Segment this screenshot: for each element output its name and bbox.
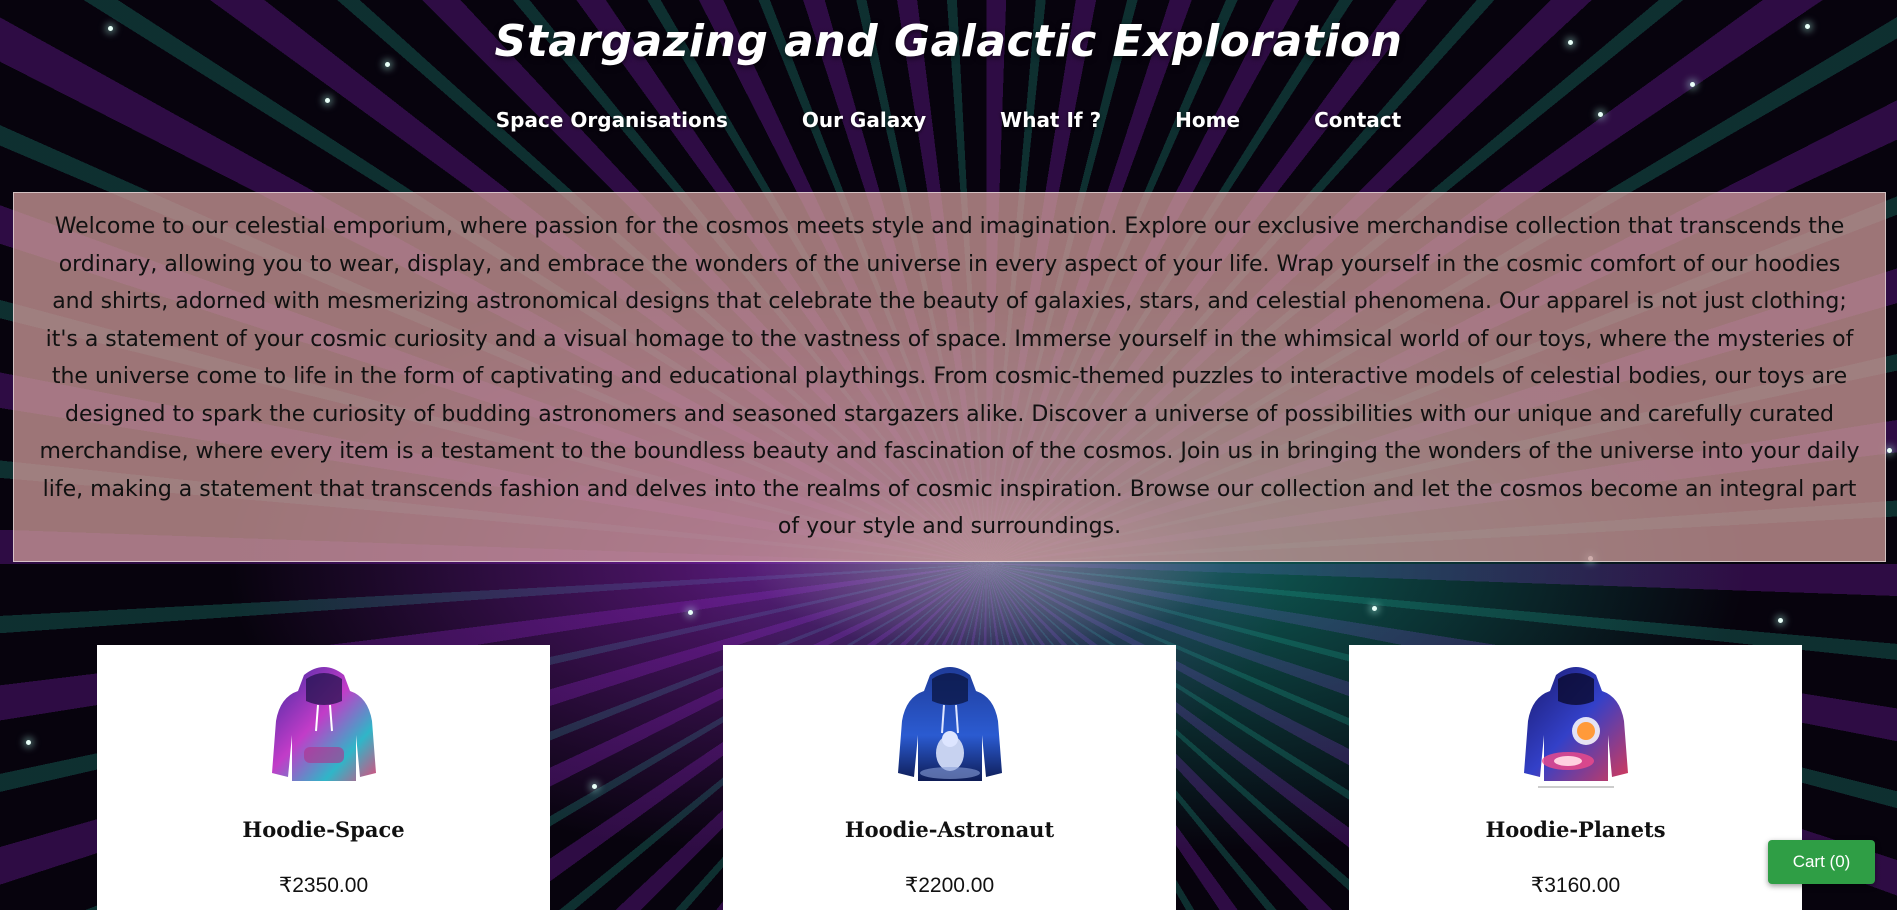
product-card[interactable]: Hoodie-Astronaut ₹2200.00: [723, 645, 1176, 910]
product-grid: Hoodie-Space ₹2350.00 Hoodie-Astronaut ₹…: [0, 645, 1897, 910]
nav-link-what-if[interactable]: What If ?: [963, 108, 1138, 132]
product-name: Hoodie-Astronaut: [844, 817, 1055, 842]
product-card[interactable]: Hoodie-Space ₹2350.00: [97, 645, 550, 910]
product-card[interactable]: Hoodie-Planets ₹3160.00: [1349, 645, 1802, 910]
cart-button[interactable]: Cart (0): [1768, 840, 1875, 884]
intro-panel: Welcome to our celestial emporium, where…: [13, 192, 1886, 562]
product-name: Hoodie-Planets: [1485, 817, 1666, 842]
product-price: ₹2200.00: [904, 874, 995, 897]
intro-text: Welcome to our celestial emporium, where…: [39, 214, 1860, 539]
product-price: ₹2350.00: [278, 874, 369, 897]
nav-link-our-galaxy[interactable]: Our Galaxy: [765, 108, 963, 132]
hoodie-galaxy-icon: [271, 667, 376, 781]
product-price: ₹3160.00: [1530, 874, 1621, 897]
site-header: Stargazing and Galactic Exploration Spac…: [0, 0, 1897, 150]
hoodie-astronaut-icon: [897, 667, 1002, 781]
main-nav: Space Organisations Our Galaxy What If ?…: [0, 108, 1897, 132]
site-title: Stargazing and Galactic Exploration: [494, 16, 1403, 67]
nav-link-space-organisations[interactable]: Space Organisations: [459, 108, 765, 132]
hoodie-planets-icon: [1523, 667, 1628, 788]
product-name: Hoodie-Space: [242, 817, 405, 842]
nav-link-contact[interactable]: Contact: [1277, 108, 1438, 132]
nav-link-home[interactable]: Home: [1138, 108, 1277, 132]
